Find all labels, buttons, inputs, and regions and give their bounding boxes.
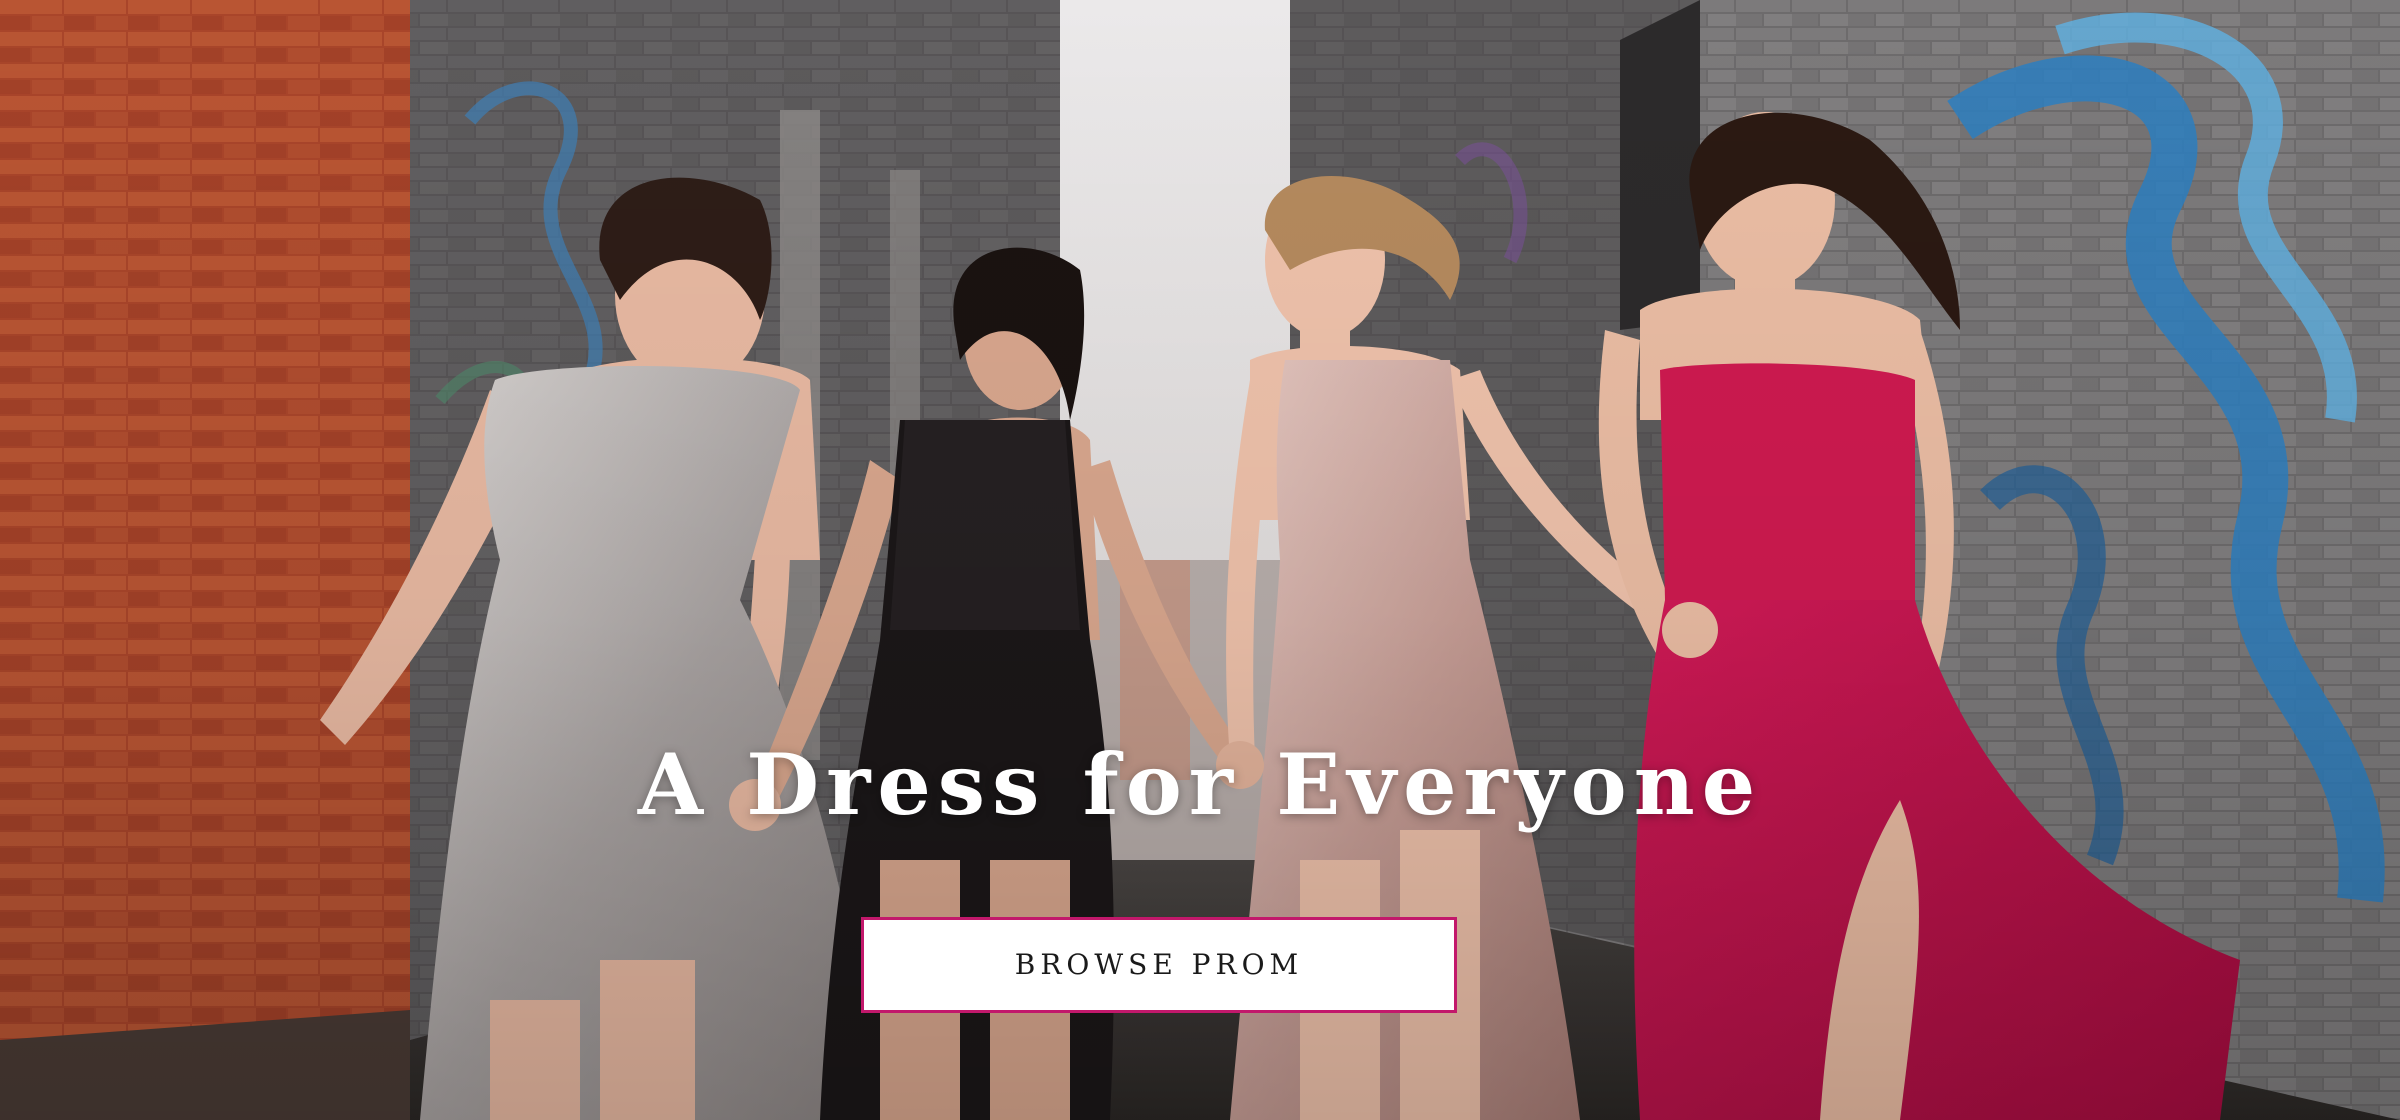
hero-title: A Dress for Everyone [637,735,1763,834]
hero-banner: A Dress for Everyone BROWSE PROM [0,0,2400,1120]
browse-prom-button[interactable]: BROWSE PROM [861,917,1457,1013]
